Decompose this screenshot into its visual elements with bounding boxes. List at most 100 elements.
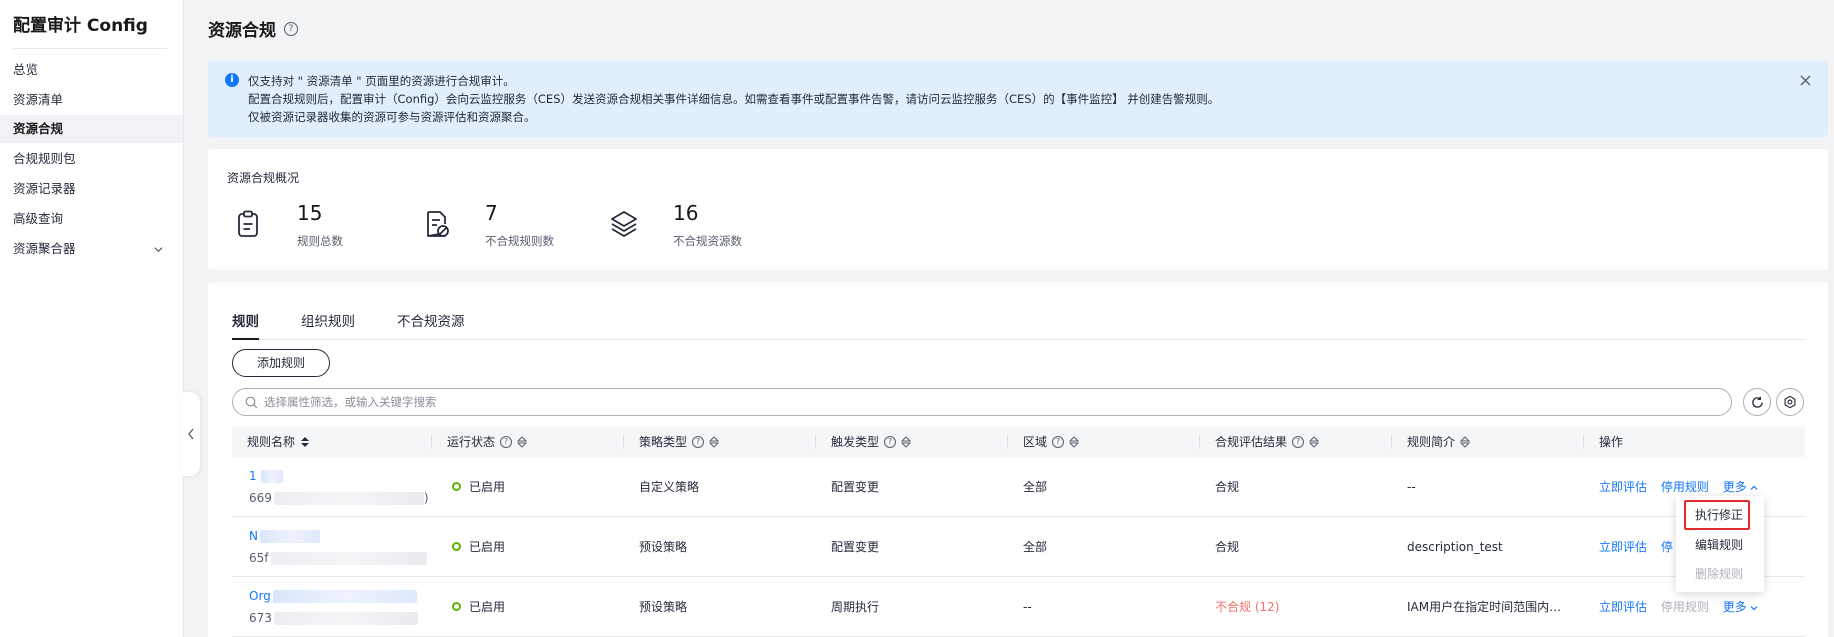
actions-cell: 立即评估 停 [1599, 517, 1673, 577]
settings-button[interactable] [1776, 388, 1804, 416]
delete-rule-item: 删除规则 [1695, 567, 1744, 581]
gear-icon [1784, 395, 1796, 409]
rule-id-text: 65f [249, 551, 269, 565]
brand-title: 配置审计 Config [13, 16, 148, 36]
sidebar-item-overview[interactable]: 总览 [0, 56, 183, 84]
column-label: 触发类型 [831, 435, 880, 449]
filter-icon [1309, 436, 1320, 448]
sidebar-item-resource-compliance[interactable]: 资源合规 [0, 115, 183, 143]
rule-id-text: 673 [249, 611, 272, 625]
overview-title: 资源合规概况 [227, 171, 300, 185]
sidebar-collapse-toggle[interactable] [182, 392, 200, 476]
table-row: Org 673 已启用 预设策略 周期执行 -- 不合规 (12) IAM用户在… [232, 577, 1805, 637]
column-rule-description[interactable]: 规则简介 [1391, 427, 1471, 457]
more-label: 更多 [1722, 480, 1747, 494]
rule-id-text: 669 [249, 491, 272, 505]
policy-type-cell: 自定义策略 [639, 480, 700, 494]
column-divider [1391, 435, 1392, 449]
more-menu-link[interactable]: 更多 [1723, 480, 1758, 494]
notice-line-3: 仅被资源记录器收集的资源可参与资源评估和资源聚合。 [248, 110, 536, 124]
stat-value: 15 [297, 201, 323, 225]
sidebar-item-resource-list[interactable]: 资源清单 [0, 86, 183, 114]
close-icon[interactable] [1800, 71, 1811, 90]
more-menu-link[interactable]: 更多 [1723, 600, 1758, 614]
tab-noncompliant-resources[interactable]: 不合规资源 [397, 310, 465, 338]
sidebar-item-resource-aggregator[interactable]: 资源聚合器 [0, 235, 183, 263]
stat-label: 不合规资源数 [673, 234, 742, 248]
rule-name-link[interactable]: Org [249, 587, 418, 605]
redacted-text [273, 611, 418, 625]
status-enabled-icon [452, 602, 461, 611]
description-cell: IAM用户在指定时间范围内… [1407, 600, 1562, 614]
evaluate-now-link[interactable]: 立即评估 [1599, 480, 1647, 494]
compliance-result-cell[interactable]: 不合规 (12) [1215, 577, 1279, 637]
rule-name-link[interactable]: 1 [249, 467, 429, 485]
rule-name-cell: N 65f [249, 527, 427, 567]
sidebar-item-resource-recorder[interactable]: 资源记录器 [0, 175, 183, 203]
help-icon[interactable]: ? [500, 436, 513, 448]
chevron-down-icon [1750, 605, 1758, 610]
help-icon[interactable]: ? [884, 436, 897, 448]
rule-name-cell: Org 673 [249, 587, 418, 627]
execute-remediation-item[interactable]: 执行修正 [1676, 501, 1764, 529]
column-policy-type[interactable]: 策略类型 ? [623, 427, 720, 457]
help-icon[interactable]: ? [284, 21, 298, 36]
edit-rule-item[interactable]: 编辑规则 [1676, 531, 1764, 559]
column-run-status[interactable]: 运行状态 ? [431, 427, 528, 457]
rule-id: 669) [249, 489, 429, 507]
refresh-button[interactable] [1743, 388, 1771, 416]
notice-line-1: 仅支持对 " 资源清单 " 页面里的资源进行合规审计。 [248, 74, 515, 88]
column-label: 规则简介 [1407, 435, 1456, 449]
rule-name-link[interactable]: N [249, 527, 427, 545]
evaluate-now-link[interactable]: 立即评估 [1599, 600, 1647, 614]
column-label: 操作 [1599, 435, 1624, 449]
disable-rule-link[interactable]: 停用规则 [1661, 480, 1709, 494]
column-region[interactable]: 区域 ? [1007, 427, 1080, 457]
column-label: 合规评估结果 [1215, 435, 1288, 449]
stat-value: 7 [485, 201, 498, 225]
more-actions-dropdown: 执行修正 编辑规则 删除规则 [1676, 496, 1764, 592]
tab-bar: 规则 组织规则 不合规资源 [232, 310, 1805, 340]
help-icon[interactable]: ? [1292, 436, 1305, 448]
rule-id: 673 [249, 609, 418, 627]
search-box [232, 388, 1732, 416]
help-icon[interactable]: ? [1052, 436, 1065, 448]
region-cell: 全部 [1023, 540, 1048, 554]
column-divider [815, 435, 816, 449]
filter-icon [517, 436, 528, 448]
status-cell: 已启用 [452, 457, 505, 517]
column-divider [1583, 435, 1584, 449]
table-row: 1 669) 已启用 自定义策略 配置变更 全部 合规 -- 立即评估 停用规则… [232, 457, 1805, 517]
info-icon: i [225, 73, 239, 87]
status-enabled-icon [452, 482, 461, 491]
sidebar-item-compliance-packages[interactable]: 合规规则包 [0, 145, 183, 173]
column-label: 策略类型 [639, 435, 688, 449]
add-rule-button[interactable]: 添加规则 [232, 349, 330, 377]
search-input[interactable] [264, 393, 1714, 411]
filter-icon [1460, 436, 1471, 448]
column-label: 运行状态 [447, 435, 496, 449]
chevron-down-icon [154, 247, 163, 253]
rule-name-text: N [249, 529, 258, 543]
evaluate-now-link[interactable]: 立即评估 [1599, 540, 1647, 554]
column-trigger-type[interactable]: 触发类型 ? [815, 427, 912, 457]
redacted-text [272, 589, 417, 603]
stat-label: 规则总数 [297, 234, 343, 248]
rule-id-suffix: ) [423, 491, 429, 505]
stat-label: 不合规规则数 [485, 234, 554, 248]
column-compliance-result[interactable]: 合规评估结果 ? [1199, 427, 1320, 457]
compliance-result-cell: 合规 [1215, 480, 1240, 494]
column-divider [623, 435, 624, 449]
divider [13, 48, 167, 49]
column-label: 区域 [1023, 435, 1048, 449]
disable-rule-link[interactable]: 停 [1661, 540, 1673, 554]
disable-rule-link: 停用规则 [1660, 600, 1709, 614]
tab-organization-rules[interactable]: 组织规则 [301, 310, 355, 338]
compliance-overview-card: 资源合规概况 15 规则总数 7 不合规规则数 16 不合规资源数 [208, 149, 1828, 270]
refresh-icon [1751, 396, 1763, 408]
table-row: N 65f 已启用 预设策略 配置变更 全部 合规 description_te… [232, 517, 1805, 577]
tab-rules[interactable]: 规则 [232, 310, 259, 340]
column-rule-name[interactable]: 规则名称 [247, 427, 310, 457]
sidebar-item-advanced-query[interactable]: 高级查询 [0, 205, 183, 233]
help-icon[interactable]: ? [692, 436, 705, 448]
